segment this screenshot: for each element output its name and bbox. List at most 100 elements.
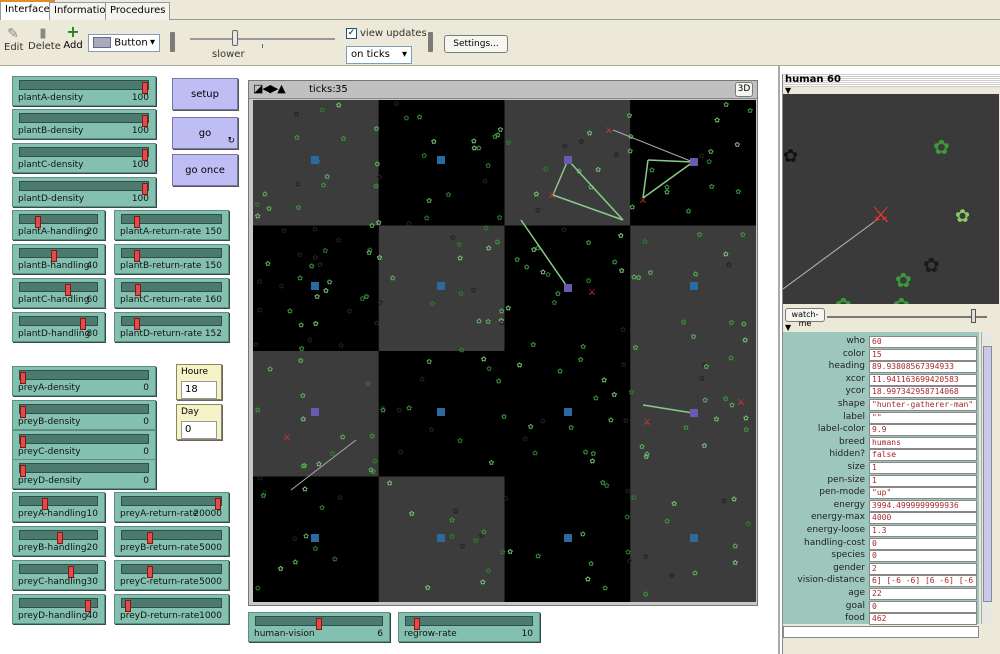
property-value[interactable]: "hunter-gatherer-man"	[869, 399, 977, 411]
view-updates-checkbox[interactable]: ✓	[346, 28, 357, 39]
property-value[interactable]: 89.93808567394933	[869, 361, 977, 374]
property-value[interactable]: 1	[869, 474, 977, 487]
slider-plantD-handling[interactable]: plantD-handling 80	[12, 312, 105, 342]
property-value[interactable]: 1	[869, 462, 977, 474]
collapse-arrow-icon[interactable]: ▼	[785, 323, 791, 332]
plant-sprite: ✿	[337, 494, 343, 502]
view-shape-icons[interactable]: ◪◀▶▲	[253, 82, 286, 95]
slider-preyC-density[interactable]: preyC-density 0	[12, 430, 156, 460]
update-mode-select[interactable]: on ticks ▾	[346, 46, 412, 64]
speed-slider[interactable]	[190, 30, 335, 50]
edit-button[interactable]: ✎ Edit	[4, 26, 23, 53]
property-name: breed	[838, 436, 865, 447]
property-value[interactable]: 6] [-6 -6] [6 -6] [-6 6]]	[869, 575, 977, 588]
speed-slider-thumb[interactable]	[232, 30, 238, 46]
property-value[interactable]: 18.997342958714068	[869, 386, 977, 399]
slider-plantC-density[interactable]: plantC-density 100	[12, 143, 156, 173]
slider-regrow-rate[interactable]: regrow-rate 10	[398, 612, 540, 642]
property-value[interactable]: 9.9	[869, 424, 977, 437]
go-once-button[interactable]: go once	[172, 154, 238, 186]
plant-sprite: ✿	[394, 100, 400, 108]
property-value[interactable]: "up"	[869, 487, 977, 500]
property-value[interactable]: 3994.4999999999936	[869, 499, 977, 512]
slider-label: preyA-return-rate	[120, 509, 199, 519]
plant-sprite: ✿	[253, 341, 259, 349]
delete-button[interactable]: ▮ Delete	[28, 26, 61, 52]
property-value[interactable]: 0	[869, 600, 977, 613]
slider-preyB-return-rate[interactable]: preyB-return-rate 5000	[114, 526, 229, 556]
slider-preyB-density[interactable]: preyB-density 0	[12, 400, 156, 430]
plant-sprite: ✿	[745, 520, 751, 528]
chevron-down-icon: ▾	[401, 49, 407, 60]
slider-plantD-return-rate[interactable]: plantD-return-rate 152	[114, 312, 229, 342]
slider-preyB-handling[interactable]: preyB-handling 20	[12, 526, 105, 556]
add-button[interactable]: + Add	[62, 24, 84, 52]
property-name: energy	[833, 499, 865, 510]
property-value[interactable]: 0	[869, 537, 977, 550]
den-marker	[564, 534, 572, 542]
property-value[interactable]: false	[869, 449, 977, 462]
properties-scrollbar[interactable]	[981, 332, 993, 624]
slider-label: plantD-density	[18, 194, 85, 204]
slider-plantA-return-rate[interactable]: plantA-return-rate 150	[114, 210, 229, 240]
property-value[interactable]: 1.3	[869, 525, 977, 537]
scrollbar-thumb[interactable]	[983, 346, 992, 602]
slider-plantC-handling[interactable]: plantC-handling 60	[12, 278, 105, 308]
plant-sprite: ✿	[485, 318, 491, 326]
world-canvas[interactable]: ✿ ✿ ✿ ✿ ✿ ✿ ✿ ✿ ✿ ✿ ✿ ✿ ✿ ✿ ✿ ✿ ✿ ✿ ✿ ✿ ✿ ✿ ✿ ✿ ✿ ✿ ✿ ✿ ✿ ✿ ✿ ✿ ✿ ✿ ✿ ✿ ✿ ✿ ✿ ✿…	[253, 100, 756, 602]
slider-value: 100	[131, 93, 149, 103]
slider-preyA-density[interactable]: preyA-density 0	[12, 366, 156, 396]
agent-zoom-slider[interactable]	[827, 309, 987, 323]
property-value[interactable]: 11.941163699420583	[869, 373, 977, 386]
slider-thumb[interactable]	[316, 618, 323, 630]
slider-plantD-density[interactable]: plantD-density 100	[12, 177, 156, 207]
property-row: pen-mode "up"	[783, 487, 979, 500]
tab-interface[interactable]: Interface	[0, 0, 55, 21]
plant-sprite: ✿	[627, 147, 633, 155]
slider-preyD-density[interactable]: preyD-density 0	[12, 459, 156, 489]
slider-preyC-handling[interactable]: preyC-handling 30	[12, 560, 105, 590]
property-value[interactable]: 15	[869, 348, 977, 361]
command-input[interactable]	[783, 626, 979, 638]
slider-plantB-density[interactable]: plantB-density 100	[12, 109, 156, 139]
zoom-thumb[interactable]	[971, 309, 976, 323]
slider-label: plantA-handling	[18, 227, 90, 237]
slider-preyA-handling[interactable]: preyA-handling 10	[12, 492, 105, 522]
slider-plantA-handling[interactable]: plantA-handling 20	[12, 210, 105, 240]
slider-preyA-return-rate[interactable]: preyA-return-rate 20000	[114, 492, 229, 522]
property-value[interactable]: humans	[869, 436, 977, 449]
property-value[interactable]: 0	[869, 550, 977, 563]
slider-plantB-handling[interactable]: plantB-handling 40	[12, 244, 105, 274]
settings-button[interactable]: Settings...	[444, 35, 508, 53]
plant-icon: ✿	[893, 293, 910, 304]
world-view: ◪◀▶▲ ticks: 35 3D ✿ ✿ ✿ ✿ ✿ ✿ ✿ ✿ ✿ ✿ ✿ ✿ ✿ ✿ ✿ ✿ ✿ ✿ ✿ ✿ ✿ ✿…	[248, 80, 758, 606]
property-value[interactable]: ""	[869, 411, 977, 424]
go-button[interactable]: go ↻	[172, 117, 238, 149]
3d-button[interactable]: 3D	[735, 82, 753, 97]
setup-button[interactable]: setup	[172, 78, 238, 110]
property-value[interactable]: 4000	[869, 512, 977, 525]
tab-procedures[interactable]: Procedures	[105, 2, 171, 20]
property-value[interactable]: 60	[869, 336, 977, 348]
plant-sprite: ✿	[728, 355, 734, 363]
slider-label: plantC-handling	[18, 295, 90, 305]
plant-sprite: ✿	[473, 537, 479, 545]
widget-type-select[interactable]: Button ▾	[88, 34, 160, 52]
delete-label: Delete	[28, 41, 61, 52]
go-label: go	[198, 128, 212, 139]
property-value[interactable]: 2	[869, 562, 977, 575]
slider-plantA-density[interactable]: plantA-density 100	[12, 76, 156, 106]
plant-sprite: ✿	[302, 486, 308, 494]
den-marker	[437, 282, 445, 290]
property-value[interactable]: 22	[869, 588, 977, 600]
slider-plantC-return-rate[interactable]: plantC-return-rate 160	[114, 278, 229, 308]
monitor-label: Day	[181, 407, 199, 417]
watch-me-button[interactable]: watch-me	[785, 308, 825, 328]
slider-label: preyD-density	[18, 476, 82, 486]
slider-plantB-return-rate[interactable]: plantB-return-rate 150	[114, 244, 229, 274]
slider-preyD-return-rate[interactable]: preyD-return-rate 1000	[114, 594, 229, 624]
slider-preyC-return-rate[interactable]: preyC-return-rate 5000	[114, 560, 229, 590]
slider-human-vision[interactable]: human-vision 6	[248, 612, 390, 642]
slider-preyD-handling[interactable]: preyD-handling 40	[12, 594, 105, 624]
property-value[interactable]: 462	[869, 613, 977, 626]
